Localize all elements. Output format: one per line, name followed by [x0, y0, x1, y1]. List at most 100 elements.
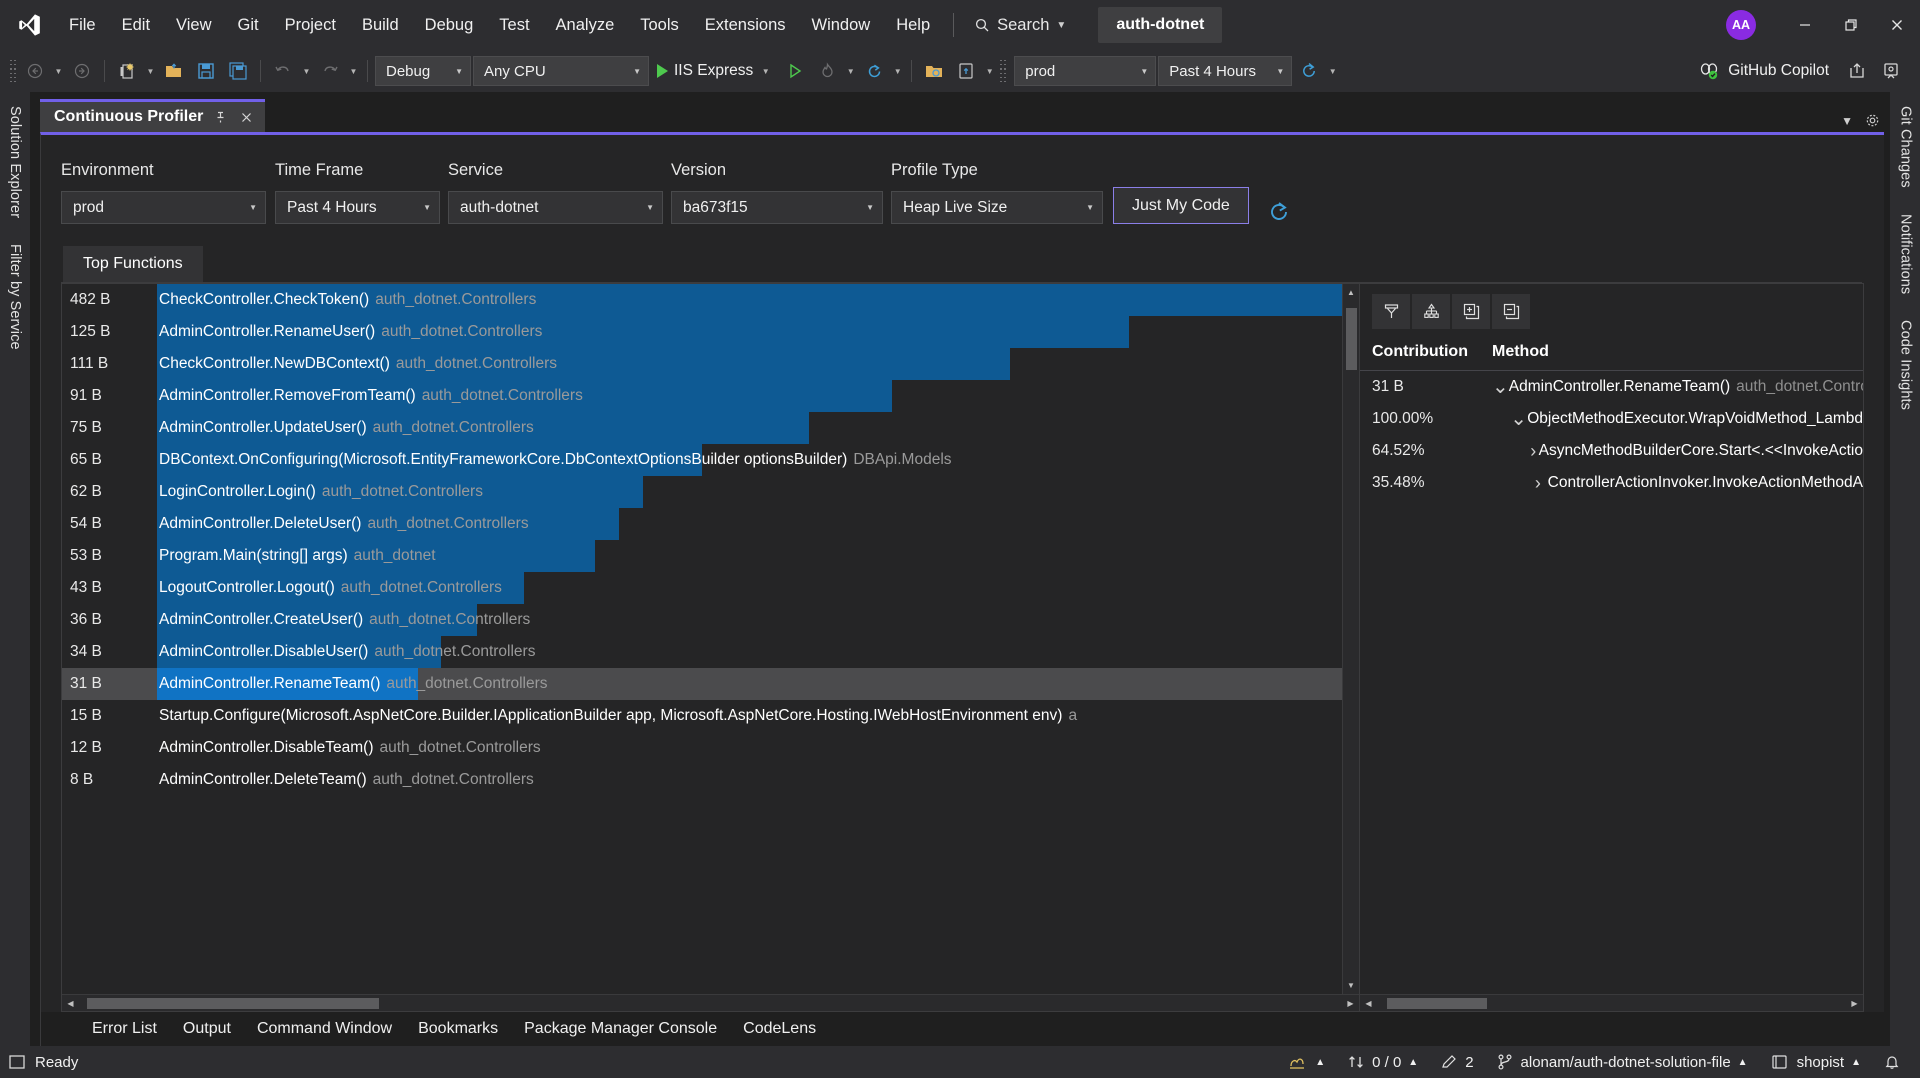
new-project-icon[interactable]: [112, 56, 142, 86]
details-tree[interactable]: 31 B⌄AdminController.RenameTeam()auth_do…: [1360, 371, 1863, 994]
refresh-icon[interactable]: [1294, 56, 1324, 86]
tab-package-manager-console[interactable]: Package Manager Console: [511, 1014, 730, 1044]
menu-extensions[interactable]: Extensions: [692, 10, 799, 41]
scroll-right-icon[interactable]: ▶: [1846, 995, 1863, 1012]
table-row[interactable]: 125 BAdminController.RenameUser()auth_do…: [62, 316, 1342, 348]
expand-all-icon[interactable]: [1452, 294, 1490, 329]
list-item[interactable]: 31 B⌄AdminController.RenameTeam()auth_do…: [1360, 371, 1863, 403]
menu-debug[interactable]: Debug: [412, 10, 487, 41]
scroll-up-icon[interactable]: ▲: [1343, 284, 1360, 301]
notifications-button[interactable]: [1872, 1046, 1912, 1078]
version-dropdown[interactable]: ba673f15 ▼: [671, 191, 883, 224]
folder-open-icon[interactable]: [919, 56, 949, 86]
start-debug-button[interactable]: IIS Express ▼: [651, 62, 778, 80]
gear-icon[interactable]: [1865, 113, 1880, 128]
timeframe-toolbar-dropdown[interactable]: Past 4 Hours ▼: [1158, 56, 1292, 86]
collapse-all-icon[interactable]: [1492, 294, 1530, 329]
undo-dropdown-icon[interactable]: ▼: [300, 67, 313, 76]
table-row[interactable]: 54 BAdminController.DeleteUser()auth_dot…: [62, 508, 1342, 540]
toolbar-overflow-icon[interactable]: ▼: [1326, 67, 1339, 76]
hot-reload-dropdown-icon[interactable]: ▼: [844, 67, 857, 76]
solution-name-chip[interactable]: auth-dotnet: [1098, 7, 1222, 43]
toolbar-grip[interactable]: [998, 60, 1008, 82]
scroll-down-icon[interactable]: ▼: [1343, 977, 1360, 994]
menu-git[interactable]: Git: [225, 10, 272, 41]
profile-type-dropdown[interactable]: Heap Live Size ▼: [891, 191, 1103, 224]
chevron-down-icon[interactable]: ⌄: [1492, 382, 1509, 392]
scrollbar-thumb[interactable]: [1387, 998, 1487, 1009]
navigate-back-icon[interactable]: [20, 56, 50, 86]
back-dropdown-icon[interactable]: ▼: [52, 67, 65, 76]
panel-refresh-button[interactable]: [1267, 200, 1291, 224]
table-row[interactable]: 53 BProgram.Main(string[] args)auth_dotn…: [62, 540, 1342, 572]
branch-selector[interactable]: alonam/auth-dotnet-solution-file ▲: [1485, 1046, 1759, 1078]
table-row[interactable]: 31 BAdminController.RenameTeam()auth_dot…: [62, 668, 1342, 700]
pending-changes[interactable]: 2: [1429, 1046, 1484, 1078]
environment-toolbar-dropdown[interactable]: prod ▼: [1014, 56, 1156, 86]
avatar[interactable]: AA: [1726, 10, 1756, 40]
menu-tools[interactable]: Tools: [627, 10, 692, 41]
pin-icon[interactable]: [212, 111, 229, 124]
minimize-icon[interactable]: [1782, 0, 1828, 50]
sidebar-item-git-changes[interactable]: Git Changes: [1898, 106, 1914, 188]
table-row[interactable]: 111 BCheckController.NewDBContext()auth_…: [62, 348, 1342, 380]
chevron-down-icon[interactable]: ⌄: [1510, 414, 1527, 424]
new-project-dropdown-icon[interactable]: ▼: [144, 67, 157, 76]
sidebar-item-filter-by-service[interactable]: Filter by Service: [7, 244, 23, 350]
sidebar-item-notifications[interactable]: Notifications: [1898, 214, 1914, 294]
restore-icon[interactable]: [1828, 0, 1874, 50]
platform-dropdown[interactable]: Any CPU ▼: [473, 56, 649, 86]
hot-reload-icon[interactable]: [812, 56, 842, 86]
menu-file[interactable]: File: [56, 10, 109, 41]
close-icon[interactable]: [1874, 0, 1920, 50]
menu-window[interactable]: Window: [799, 10, 884, 41]
search-input[interactable]: Search ▼: [964, 11, 1076, 40]
restart-icon[interactable]: [859, 56, 889, 86]
source-control-changes[interactable]: 0 / 0 ▲: [1336, 1046, 1429, 1078]
menu-project[interactable]: Project: [272, 10, 349, 41]
live-share-icon[interactable]: [951, 56, 981, 86]
chevron-right-icon[interactable]: ›: [1528, 473, 1548, 494]
save-all-icon[interactable]: [223, 56, 253, 86]
time-frame-dropdown[interactable]: Past 4 Hours ▼: [275, 191, 440, 224]
undo-icon[interactable]: [268, 56, 298, 86]
funnel-icon[interactable]: [1372, 294, 1410, 329]
menu-view[interactable]: View: [163, 10, 224, 41]
sidebar-item-solution-explorer[interactable]: Solution Explorer: [7, 106, 23, 218]
table-row[interactable]: 15 BStartup.Configure(Microsoft.AspNetCo…: [62, 700, 1342, 732]
chevron-down-icon[interactable]: ▼: [1841, 114, 1853, 128]
list-item[interactable]: 100.00%⌄ObjectMethodExecutor.WrapVoidMet…: [1360, 403, 1863, 435]
play-outline-icon[interactable]: [780, 56, 810, 86]
tab-codelens[interactable]: CodeLens: [730, 1014, 829, 1044]
scroll-left-icon[interactable]: ◀: [1360, 995, 1377, 1012]
tab-bookmarks[interactable]: Bookmarks: [405, 1014, 511, 1044]
scroll-left-icon[interactable]: ◀: [62, 995, 79, 1012]
tab-output[interactable]: Output: [170, 1014, 244, 1044]
table-row[interactable]: 34 BAdminController.DisableUser()auth_do…: [62, 636, 1342, 668]
list-item[interactable]: 64.52%›AsyncMethodBuilderCore.Start<.<<I…: [1360, 435, 1863, 467]
call-tree-icon[interactable]: [1412, 294, 1450, 329]
table-row[interactable]: 482 BCheckController.CheckToken()auth_do…: [62, 284, 1342, 316]
top-functions-list[interactable]: 482 BCheckController.CheckToken()auth_do…: [62, 284, 1342, 994]
scrollbar-thumb[interactable]: [87, 998, 379, 1009]
table-row[interactable]: 12 BAdminController.DisableTeam()auth_do…: [62, 732, 1342, 764]
table-row[interactable]: 43 BLogoutController.Logout()auth_dotnet…: [62, 572, 1342, 604]
just-my-code-button[interactable]: Just My Code: [1113, 187, 1249, 224]
share-icon[interactable]: [1842, 56, 1872, 86]
redo-icon[interactable]: [315, 56, 345, 86]
table-row[interactable]: 65 BDBContext.OnConfiguring(Microsoft.En…: [62, 444, 1342, 476]
table-row[interactable]: 8 BAdminController.DeleteTeam()auth_dotn…: [62, 764, 1342, 796]
menu-bar[interactable]: File Edit View Git Project Build Debug T…: [56, 10, 943, 41]
toolbar-grip[interactable]: [8, 60, 18, 82]
tab-continuous-profiler[interactable]: Continuous Profiler: [40, 99, 265, 132]
menu-test[interactable]: Test: [486, 10, 542, 41]
live-share-dropdown-icon[interactable]: ▼: [983, 67, 996, 76]
table-row[interactable]: 75 BAdminController.UpdateUser()auth_dot…: [62, 412, 1342, 444]
close-icon[interactable]: [238, 111, 255, 124]
service-dropdown[interactable]: auth-dotnet ▼: [448, 191, 663, 224]
save-icon[interactable]: [191, 56, 221, 86]
tab-error-list[interactable]: Error List: [79, 1014, 170, 1044]
menu-help[interactable]: Help: [883, 10, 943, 41]
github-copilot-button[interactable]: GitHub Copilot: [1689, 55, 1838, 87]
chevron-right-icon[interactable]: ›: [1528, 441, 1539, 462]
